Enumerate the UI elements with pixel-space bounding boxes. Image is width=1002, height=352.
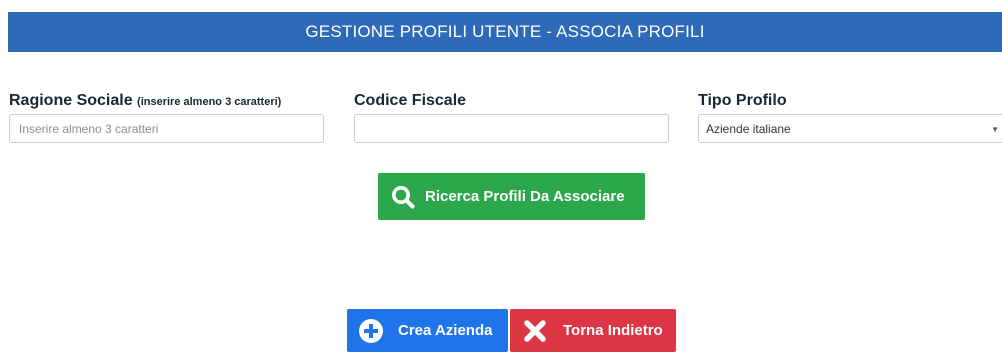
go-back-button[interactable]: Torna Indietro xyxy=(510,309,676,352)
ragione-sociale-input[interactable] xyxy=(9,114,324,143)
plus-circle-icon xyxy=(359,318,383,343)
tipo-profilo-field: Tipo Profilo Aziende italiane ▼ xyxy=(698,92,1002,143)
chevron-down-icon: ▼ xyxy=(991,125,999,134)
close-icon xyxy=(523,319,547,343)
codice-fiscale-input[interactable] xyxy=(354,114,669,143)
page-title: GESTIONE PROFILI UTENTE - ASSOCIA PROFIL… xyxy=(305,22,705,41)
ragione-sociale-hint: (inserire almeno 3 caratteri) xyxy=(137,96,282,108)
codice-fiscale-field: Codice Fiscale xyxy=(354,92,669,143)
ragione-sociale-label: Ragione Sociale (inserire almeno 3 carat… xyxy=(9,92,281,110)
ragione-sociale-label-text: Ragione Sociale xyxy=(9,92,133,109)
tipo-profilo-label: Tipo Profilo xyxy=(698,92,787,109)
search-profiles-label: Ricerca Profili Da Associare xyxy=(425,188,625,205)
tipo-profilo-select[interactable]: Aziende italiane ▼ xyxy=(698,114,1002,143)
ragione-sociale-field: Ragione Sociale (inserire almeno 3 carat… xyxy=(9,92,324,143)
tipo-profilo-selected-value: Aziende italiane xyxy=(706,121,791,136)
go-back-label: Torna Indietro xyxy=(563,322,663,339)
create-company-label: Crea Azienda xyxy=(398,322,493,339)
codice-fiscale-label: Codice Fiscale xyxy=(354,92,467,109)
create-company-button[interactable]: Crea Azienda xyxy=(347,309,508,352)
search-icon xyxy=(391,185,415,209)
search-profiles-button[interactable]: Ricerca Profili Da Associare xyxy=(378,173,645,220)
page-title-bar: GESTIONE PROFILI UTENTE - ASSOCIA PROFIL… xyxy=(8,12,1002,52)
